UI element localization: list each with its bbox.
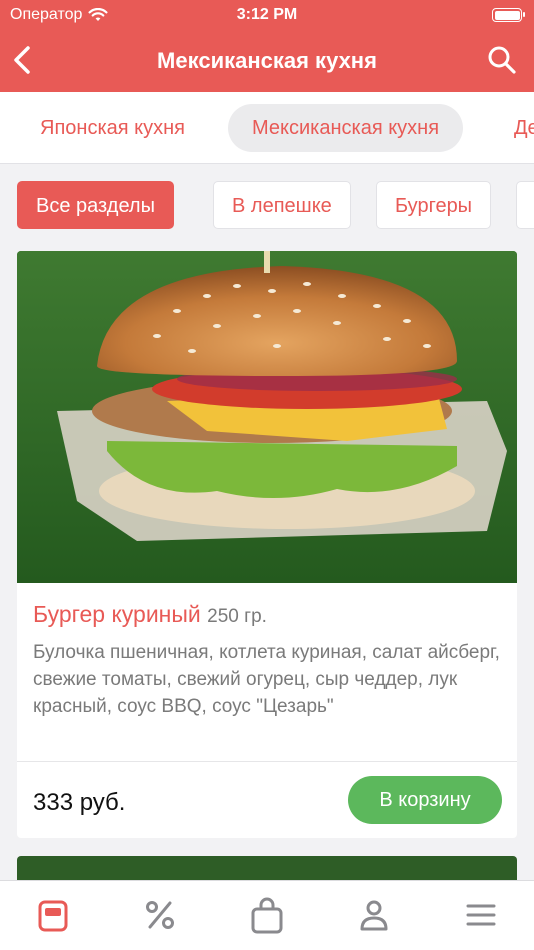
- menu-icon[interactable]: [33, 895, 73, 935]
- burger-image: [17, 251, 517, 583]
- category-tab-japanese[interactable]: Японская кухня: [16, 104, 209, 152]
- profile-icon[interactable]: [354, 895, 394, 935]
- product-photo: [17, 251, 517, 583]
- section-chip-all[interactable]: Все разделы: [17, 181, 174, 229]
- status-bar: Оператор 3:12 PM: [0, 0, 534, 30]
- app-header: Оператор 3:12 PM Мексиканская кухня: [0, 0, 534, 92]
- product-card[interactable]: Бургер куриный 250 гр. Булочка пшеничная…: [17, 251, 517, 838]
- category-tab-partial[interactable]: Де: [490, 104, 534, 152]
- section-chip-burgers[interactable]: Бургеры: [376, 181, 492, 229]
- status-time: 3:12 PM: [236, 6, 298, 23]
- section-filters: Все разделы В лепешке Бургеры: [0, 164, 534, 248]
- product-title: Бургер куриный 250 гр.: [33, 601, 267, 628]
- product-weight: 250 гр.: [207, 606, 267, 627]
- percent-icon[interactable]: [140, 895, 180, 935]
- product-price: 333 руб.: [33, 789, 126, 816]
- bag-icon[interactable]: [247, 895, 287, 935]
- hamburger-menu-icon[interactable]: [461, 895, 501, 935]
- category-tabs: Японская кухня Мексиканская кухня Де: [0, 92, 534, 164]
- navigation-bar: Мексиканская кухня: [0, 32, 534, 88]
- battery-icon: [492, 8, 525, 22]
- category-tab-mexican[interactable]: Мексиканская кухня: [228, 104, 464, 152]
- add-to-cart-button[interactable]: В корзину: [348, 776, 502, 824]
- card-divider: [17, 761, 517, 762]
- search-icon[interactable]: [486, 44, 518, 76]
- product-description: Булочка пшеничная, котлета куриная, сала…: [33, 642, 500, 717]
- section-chip-wraps[interactable]: В лепешке: [213, 181, 351, 229]
- page-title: Мексиканская кухня: [157, 48, 377, 73]
- product-name: Бургер куриный: [33, 601, 201, 627]
- section-chip-more[interactable]: [516, 181, 534, 229]
- tab-bar: [0, 880, 534, 950]
